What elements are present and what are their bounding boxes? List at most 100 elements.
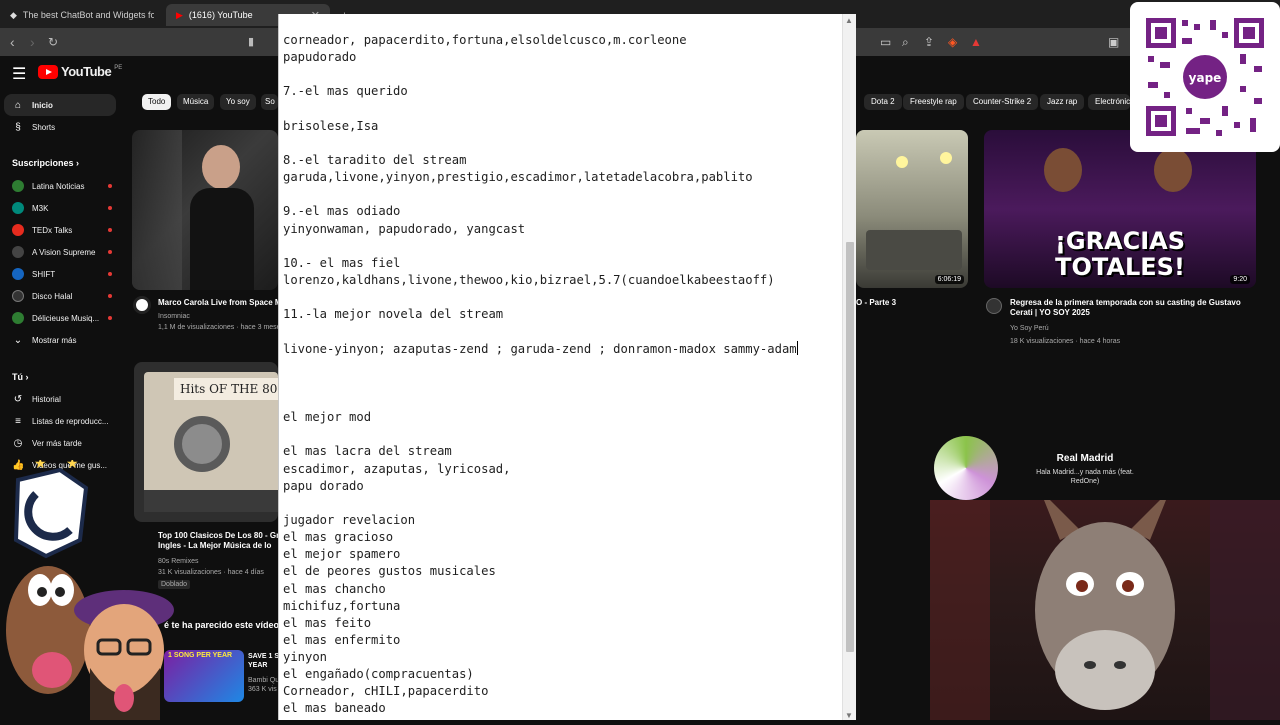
chip-freestyle-rap[interactable]: Freestyle rap <box>903 94 964 110</box>
video-title[interactable]: SAVE 1 S YEAR <box>248 652 279 670</box>
editor-line[interactable]: 8.-el taradito del stream <box>283 152 841 169</box>
editor-line[interactable]: 7.-el mas querido <box>283 83 841 100</box>
scrollbar-thumb[interactable] <box>846 242 854 652</box>
editor-line[interactable]: el mas baneado <box>283 700 841 717</box>
sidebar-item-disco-halal[interactable]: Disco Halal <box>4 285 116 307</box>
sidebar-item-playlists[interactable]: ≡ Listas de reproducc... <box>4 410 116 432</box>
channel-avatar-insomniac[interactable] <box>133 296 151 314</box>
chip-yo-soy[interactable]: Yo soy <box>220 94 256 110</box>
scroll-down-icon[interactable]: ▼ <box>845 711 853 720</box>
editor-line[interactable]: el mas gracioso <box>283 529 841 546</box>
subscriptions-heading[interactable]: Suscripciones › <box>12 158 79 168</box>
donkey-muzzle <box>1055 630 1155 710</box>
editor-line[interactable]: el mas feito <box>283 615 841 632</box>
youtube-logo[interactable]: YouTube PE <box>38 64 122 79</box>
rewards-icon[interactable]: ▲ <box>970 35 982 49</box>
editor-line[interactable]: el mejor mod <box>283 409 841 426</box>
editor-line[interactable]: livone-yinyon; azaputas-zend ; garuda-ze… <box>283 340 841 358</box>
editor-line[interactable] <box>283 426 841 443</box>
editor-line[interactable] <box>283 66 841 83</box>
show-more-button[interactable]: ⌄ Mostrar más <box>4 329 116 351</box>
cast-icon[interactable]: ▭ <box>880 35 891 49</box>
editor-line[interactable]: 9.-el mas odiado <box>283 203 841 220</box>
cassette-reel <box>174 416 230 472</box>
editor-line[interactable]: michifuz,fortuna <box>283 598 841 615</box>
editor-line[interactable]: papudorado <box>283 49 841 66</box>
chip-musica[interactable]: Música <box>177 94 215 110</box>
chip-todo[interactable]: Todo <box>142 94 172 110</box>
video-title[interactable]: Regresa de la primera temporada con su c… <box>1010 298 1250 318</box>
sidebar-item-tedx[interactable]: TEDx Talks <box>4 219 116 241</box>
zoom-icon[interactable]: ⌕ <box>902 35 909 50</box>
editor-line[interactable] <box>283 392 841 409</box>
share-icon[interactable]: ⇪ <box>924 35 934 49</box>
editor-line[interactable]: lorenzo,kaldhans,livone,thewoo,kio,bizra… <box>283 272 841 289</box>
channel-avatar-yo-soy[interactable] <box>986 298 1002 314</box>
sidebar-item-watch-later[interactable]: ◷ Ver más tarde <box>4 432 116 454</box>
scroll-up-icon[interactable]: ▲ <box>845 16 853 25</box>
reload-icon[interactable]: ↻ <box>48 35 58 49</box>
sidebar-toggle-icon[interactable]: ▣ <box>1108 35 1119 49</box>
editor-line[interactable] <box>283 495 841 512</box>
chip-partial[interactable]: So <box>261 94 278 110</box>
editor-line[interactable]: el de peores gustos musicales <box>283 563 841 580</box>
editor-line[interactable]: 10.- el mas fiel <box>283 255 841 272</box>
video-title[interactable]: Marco Carola Live from Space M <box>158 298 278 308</box>
editor-line[interactable] <box>283 101 841 118</box>
sidebar-item-historial[interactable]: ↺ Historial <box>4 388 116 410</box>
sidebar-item-inicio[interactable]: ⌂ Inicio <box>4 94 116 116</box>
editor-line[interactable]: jugador revelacion <box>283 512 841 529</box>
editor-line[interactable]: el engañado(compracuentas) <box>283 666 841 683</box>
chip-electronica[interactable]: Electrónic <box>1088 94 1130 110</box>
live-indicator <box>108 272 112 276</box>
back-icon[interactable]: ‹ <box>10 34 15 50</box>
brave-shield-icon[interactable]: ◈ <box>948 35 957 49</box>
forward-icon[interactable]: › <box>30 34 35 50</box>
sidebar-item-a-vision-supreme[interactable]: A Vision Supreme <box>4 241 116 263</box>
video-thumbnail-1-song-per-year[interactable]: 1 SONG PER YEAR <box>164 650 244 702</box>
editor-line[interactable]: 11.-la mejor novela del stream <box>283 306 841 323</box>
browser-tab-chatbot[interactable]: ◆ The best ChatBot and Widgets for Ki <box>0 4 164 26</box>
editor-line[interactable]: garuda,livone,yinyon,prestigio,escadimor… <box>283 169 841 186</box>
editor-line[interactable]: el mas chancho <box>283 581 841 598</box>
chip-dota-2[interactable]: Dota 2 <box>864 94 902 110</box>
editor-line[interactable]: escadimor, azaputas, lyricosad, <box>283 461 841 478</box>
video-thumbnail-gracias-totales[interactable]: ¡GRACIAS TOTALES! 9:20 <box>984 130 1256 288</box>
sidebar-item-m3k[interactable]: M3K <box>4 197 116 219</box>
editor-line[interactable]: yinyonwaman, papudorado, yangcast <box>283 221 841 238</box>
sidebar-item-delicieuse[interactable]: Délicieuse Musiq... <box>4 307 116 329</box>
editor-line[interactable] <box>283 289 841 306</box>
editor-line[interactable]: el mas lacra del stream <box>283 443 841 460</box>
video-title[interactable]: Top 100 Clasicos De Los 80 - Gr Ingles -… <box>158 531 278 551</box>
video-channel[interactable]: Yo Soy Perú <box>1010 324 1049 333</box>
bookmark-icon[interactable]: ▮ <box>248 35 254 48</box>
editor-line[interactable]: brisolese,Isa <box>283 118 841 135</box>
chip-jazz-rap[interactable]: Jazz rap <box>1040 94 1085 110</box>
editor-scrollbar[interactable]: ▲ ▼ <box>842 14 856 720</box>
editor-line[interactable]: corneador, papacerdito,fortuna,elsoldelc… <box>283 32 841 49</box>
editor-line[interactable]: yinyon <box>283 649 841 666</box>
editor-line[interactable] <box>283 135 841 152</box>
editor-line[interactable] <box>283 323 841 340</box>
video-channel[interactable]: Insomniac <box>158 312 190 321</box>
hamburger-menu-icon[interactable]: ☰ <box>12 64 26 84</box>
sidebar-item-shift[interactable]: SHIFT <box>4 263 116 285</box>
editor-line[interactable] <box>283 238 841 255</box>
editor-line[interactable]: Corneador, cHILI,papacerdito <box>283 683 841 700</box>
video-thumbnail-parte-3[interactable]: 6:06:19 <box>856 130 968 288</box>
text-editor-window[interactable]: corneador, papacerdito,fortuna,elsoldelc… <box>278 14 856 720</box>
you-heading[interactable]: Tú › <box>12 372 29 382</box>
editor-line[interactable] <box>283 186 841 203</box>
editor-line[interactable]: el mejor spamero <box>283 546 841 563</box>
editor-line[interactable] <box>283 358 841 375</box>
editor-line[interactable]: papu dorado <box>283 478 841 495</box>
sidebar-item-latina-noticias[interactable]: Latina Noticias <box>4 175 116 197</box>
editor-line[interactable]: el mas enfermito <box>283 632 841 649</box>
video-thumbnail-marco-carola[interactable] <box>132 130 278 290</box>
dj-face <box>202 145 240 189</box>
video-title[interactable]: O - Parte 3 <box>856 298 896 308</box>
sidebar-item-shorts[interactable]: § Shorts <box>4 116 116 138</box>
editor-text-area[interactable]: corneador, papacerdito,fortuna,elsoldelc… <box>283 32 841 718</box>
chip-counter-strike-2[interactable]: Counter-Strike 2 <box>966 94 1039 110</box>
editor-line[interactable] <box>283 375 841 392</box>
